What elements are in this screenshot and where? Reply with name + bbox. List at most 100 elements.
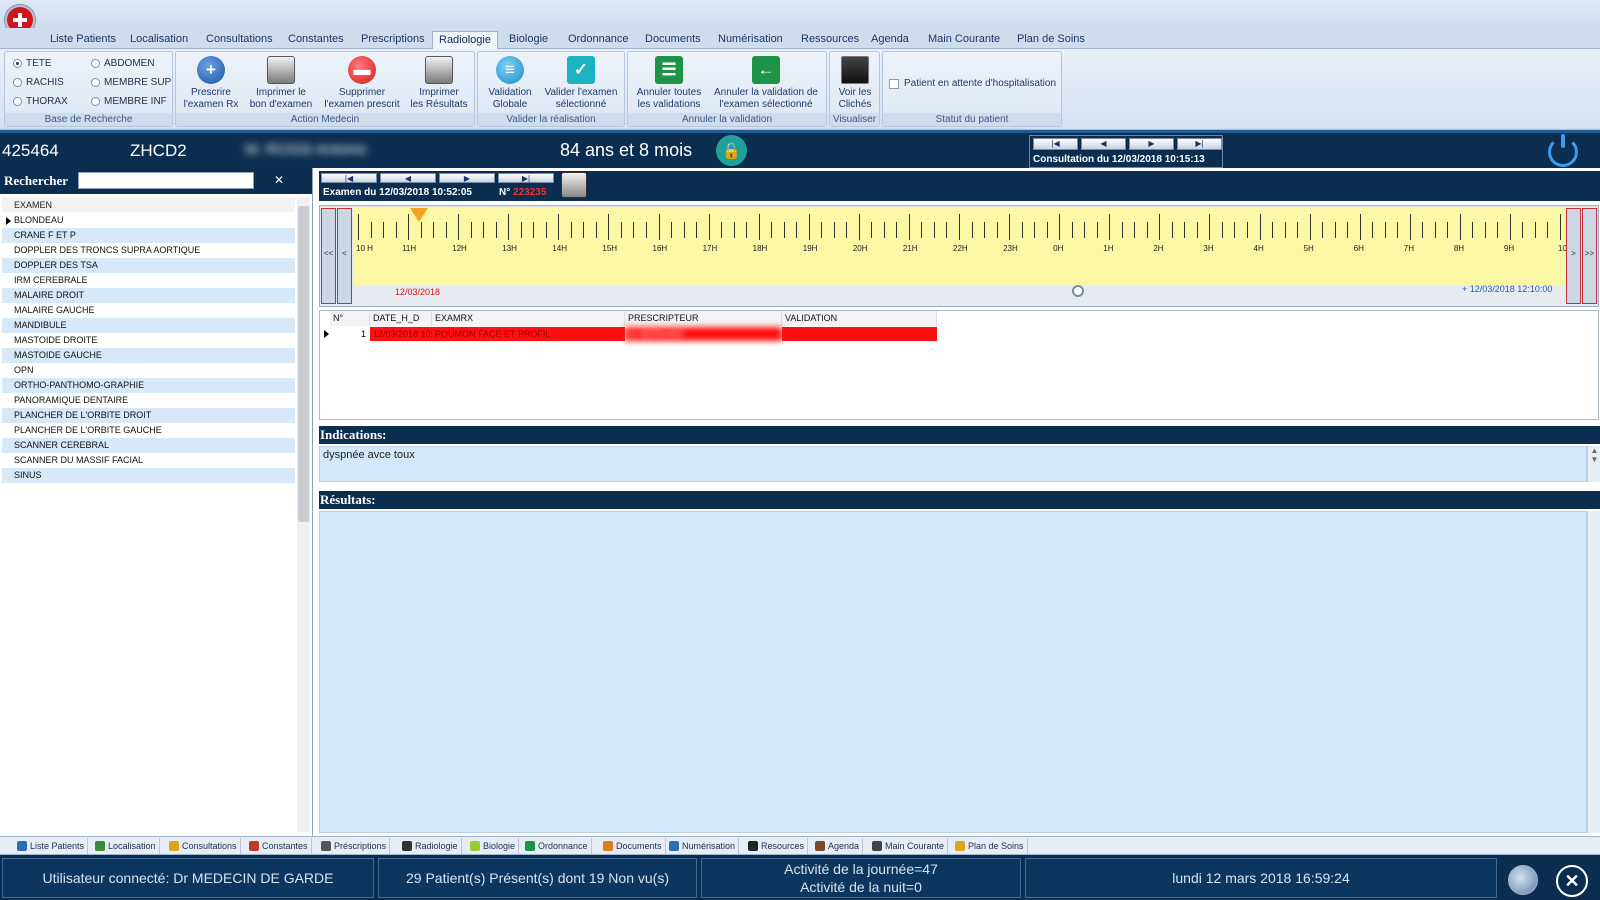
bottom-tab-radiologie[interactable]: Radiologie bbox=[399, 838, 462, 854]
supprimer-button[interactable]: ▬ Supprimer l'examen prescrit bbox=[321, 56, 403, 111]
bottom-tab-num-risation[interactable]: Numérisation bbox=[666, 838, 740, 854]
validation-globale-button[interactable]: ≡ Validation Globale bbox=[482, 56, 538, 111]
list-item[interactable]: MASTOIDE GAUCHE bbox=[2, 348, 295, 363]
tab-ressources[interactable]: Ressources bbox=[795, 31, 865, 49]
list-item[interactable]: MASTOIDE DROITE bbox=[2, 333, 295, 348]
list-item[interactable]: PANORAMIQUE DENTAIRE bbox=[2, 393, 295, 408]
valider-selection-button[interactable]: ✓ Valider l'examen sélectionné bbox=[540, 56, 622, 111]
tab-radiologie[interactable]: Radiologie bbox=[432, 31, 498, 49]
attente-hospitalisation-checkbox[interactable]: Patient en attente d'hospitalisation bbox=[889, 78, 1056, 89]
radio-thorax[interactable]: THORAX bbox=[13, 96, 68, 107]
tab-plan-de-soins[interactable]: Plan de Soins bbox=[1011, 31, 1091, 49]
first-consultation-button[interactable]: |◀ bbox=[1033, 138, 1078, 150]
tab-numerisation[interactable]: Numérisation bbox=[712, 31, 789, 49]
timeline-rewind-button[interactable]: << bbox=[321, 208, 336, 304]
windows-logo-icon[interactable] bbox=[1508, 865, 1538, 895]
tab-consultations[interactable]: Consultations bbox=[200, 31, 279, 49]
tab-constantes[interactable]: Constantes bbox=[282, 31, 350, 49]
tab-prescriptions[interactable]: Prescriptions bbox=[355, 31, 431, 49]
printer-icon[interactable] bbox=[561, 172, 587, 198]
bottom-tab-ordonnance[interactable]: Ordonnance bbox=[522, 838, 592, 854]
timeline-forward-button[interactable]: > bbox=[1566, 208, 1581, 304]
timeline-tick bbox=[633, 222, 635, 238]
exam-list-scrollbar[interactable] bbox=[297, 198, 310, 832]
bottom-tab-plan-de-soins[interactable]: Plan de Soins bbox=[952, 838, 1028, 854]
tab-icon bbox=[603, 841, 613, 851]
list-item[interactable]: ORTHO-PANTHOMO-GRAPHIE bbox=[2, 378, 295, 393]
bottom-tab-documents[interactable]: Documents bbox=[600, 838, 666, 854]
radio-membre-sup[interactable]: MEMBRE SUP bbox=[91, 77, 171, 88]
list-item[interactable]: BLONDEAU bbox=[2, 213, 295, 228]
list-item[interactable]: CRANE F ET P bbox=[2, 228, 295, 243]
timeline-tick bbox=[583, 222, 585, 238]
radio-tete[interactable]: TETE bbox=[13, 58, 52, 69]
radio-rachis[interactable]: RACHIS bbox=[13, 77, 64, 88]
indications-field[interactable]: dyspnée avce toux bbox=[319, 446, 1587, 482]
voir-cliches-button[interactable]: Voir les Clichés bbox=[832, 56, 878, 111]
list-item[interactable]: SINUS bbox=[2, 468, 295, 483]
tab-localisation[interactable]: Localisation bbox=[124, 31, 194, 49]
bottom-tab-localisation[interactable]: Localisation bbox=[92, 838, 160, 854]
time-marker-icon[interactable] bbox=[410, 208, 428, 222]
tab-agenda[interactable]: Agenda bbox=[865, 31, 915, 49]
tab-ordonnance[interactable]: Ordonnance bbox=[562, 31, 635, 49]
clear-search-icon[interactable]: ✕ bbox=[256, 172, 302, 189]
next-exam-button[interactable]: ▶ bbox=[439, 173, 495, 183]
list-item[interactable]: SCANNER CEREBRAL bbox=[2, 438, 295, 453]
timeline-track[interactable]: 10 H 11H 12H 13H 14H 15H 16H 17H 18H 19H 20H 21H 22H… bbox=[354, 208, 1575, 286]
bottom-tab-resources[interactable]: Resources bbox=[745, 838, 809, 854]
list-item[interactable]: MANDIBULE bbox=[2, 318, 295, 333]
bottom-tab-pr-scriptions[interactable]: Préscriptions bbox=[318, 838, 391, 854]
list-item[interactable]: SCANNER DU MASSIF FACIAL bbox=[2, 453, 295, 468]
table-row[interactable]: 1 12/03/2018 10: POUMON FACE ET PROFIL D… bbox=[320, 327, 937, 341]
tab-main-courante[interactable]: Main Courante bbox=[922, 31, 1006, 49]
list-item[interactable]: PLANCHER DE L'ORBITE DROIT bbox=[2, 408, 295, 423]
title-bar bbox=[0, 0, 1600, 35]
power-icon[interactable] bbox=[1548, 134, 1578, 167]
column-header[interactable]: EXAMRX bbox=[432, 311, 625, 326]
imprimer-resultats-button[interactable]: Imprimer les Résultats bbox=[408, 56, 470, 111]
list-item[interactable]: MALAIRE GAUCHE bbox=[2, 303, 295, 318]
column-header[interactable]: DATE_H_D bbox=[370, 311, 432, 326]
list-item[interactable]: DOPPLER DES TRONCS SUPRA AORTIQUE bbox=[2, 243, 295, 258]
annuler-selection-button[interactable]: ← Annuler la validation de l'examen sélec… bbox=[708, 56, 824, 111]
close-icon[interactable]: ✕ bbox=[1556, 865, 1588, 897]
first-exam-button[interactable]: |◀ bbox=[321, 173, 377, 183]
scroll-thumb[interactable] bbox=[298, 206, 309, 522]
bottom-tab-biologie[interactable]: Biologie bbox=[467, 838, 520, 854]
column-header[interactable]: N° bbox=[330, 311, 370, 326]
list-item[interactable]: DOPPLER DES TSA bbox=[2, 258, 295, 273]
bottom-tab-consultations[interactable]: Consultations bbox=[166, 838, 241, 854]
clock-icon[interactable] bbox=[1072, 285, 1084, 297]
unlock-icon[interactable]: 🔓 bbox=[716, 135, 747, 166]
tab-documents[interactable]: Documents bbox=[639, 31, 707, 49]
indications-scrollbar[interactable]: ▲ ▼ bbox=[1587, 446, 1600, 482]
bottom-tab-main-courante[interactable]: Main Courante bbox=[869, 838, 949, 854]
timeline-fast-forward-button[interactable]: >> bbox=[1582, 208, 1597, 304]
list-item[interactable]: MALAIRE DROIT bbox=[2, 288, 295, 303]
last-consultation-button[interactable]: ▶| bbox=[1177, 138, 1222, 150]
annuler-toutes-button[interactable]: ☰ Annuler toutes les validations bbox=[634, 56, 704, 111]
bottom-tab-liste-patients[interactable]: Liste Patients bbox=[14, 838, 89, 854]
prescrire-button[interactable]: + Prescrire l'examen Rx bbox=[182, 56, 240, 111]
imprimer-bon-button[interactable]: Imprimer le bon d'examen bbox=[246, 56, 316, 111]
bottom-tab-agenda[interactable]: Agenda bbox=[812, 838, 864, 854]
last-exam-button[interactable]: ▶| bbox=[498, 173, 554, 183]
resultats-scrollbar[interactable] bbox=[1587, 511, 1600, 833]
next-consultation-button[interactable]: ▶ bbox=[1129, 138, 1174, 150]
list-item[interactable]: IRM CEREBRALE bbox=[2, 273, 295, 288]
resultats-field[interactable] bbox=[319, 511, 1587, 833]
timeline-back-button[interactable]: < bbox=[337, 208, 352, 304]
search-input[interactable] bbox=[78, 172, 254, 189]
prev-exam-button[interactable]: ◀ bbox=[380, 173, 436, 183]
bottom-tab-constantes[interactable]: Constantes bbox=[246, 838, 312, 854]
tab-liste-patients[interactable]: Liste Patients bbox=[44, 31, 122, 49]
column-header[interactable]: PRESCRIPTEUR bbox=[625, 311, 782, 326]
radio-abdomen[interactable]: ABDOMEN bbox=[91, 58, 155, 69]
list-item[interactable]: PLANCHER DE L'ORBITE GAUCHE bbox=[2, 423, 295, 438]
tab-biologie[interactable]: Biologie bbox=[503, 31, 554, 49]
list-item[interactable]: OPN bbox=[2, 363, 295, 378]
prev-consultation-button[interactable]: ◀ bbox=[1081, 138, 1126, 150]
radio-membre-inf[interactable]: MEMBRE INF bbox=[91, 96, 167, 107]
column-header[interactable]: VALIDATION bbox=[782, 311, 937, 326]
